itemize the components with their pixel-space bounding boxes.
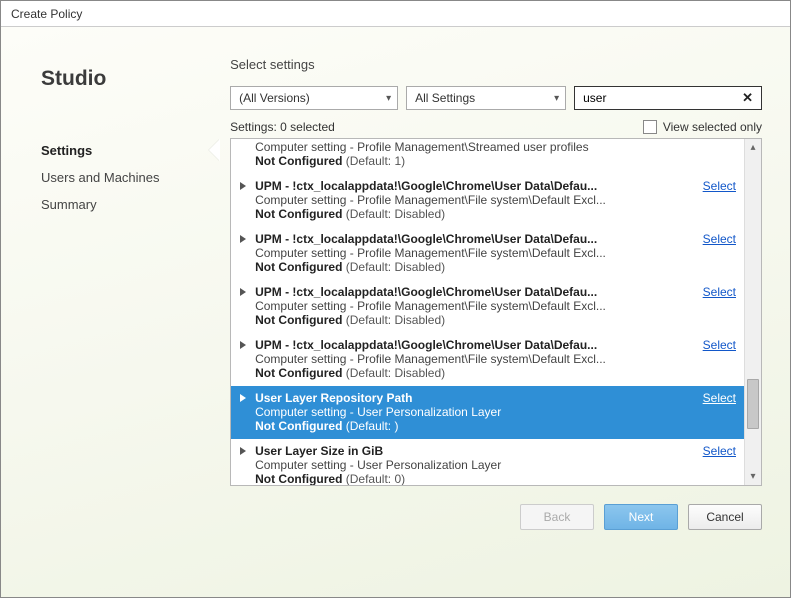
setting-row[interactable]: User Layer Size in GiB Computer setting …	[231, 439, 744, 485]
setting-status: Not Configured	[255, 260, 342, 274]
setting-title: UPM - !ctx_localappdata!\Google\Chrome\U…	[255, 285, 691, 299]
setting-row[interactable]: UPM - !ctx_localappdata!\Google\Chrome\U…	[231, 333, 744, 386]
scroll-thumb[interactable]	[747, 379, 759, 429]
setting-row[interactable]: User Layer Repository Path Computer sett…	[231, 386, 744, 439]
step-users-machines[interactable]: Users and Machines	[41, 164, 210, 191]
selection-count-label: Settings:	[230, 120, 277, 134]
setting-sub: Computer setting - Profile Management\Fi…	[255, 352, 691, 366]
expand-icon[interactable]	[240, 394, 246, 402]
select-link[interactable]: Select	[703, 232, 736, 246]
versions-dropdown-value: (All Versions)	[239, 91, 310, 105]
setting-default: (Default: Disabled)	[342, 260, 445, 274]
expand-icon[interactable]	[240, 235, 246, 243]
setting-title: UPM - !ctx_localappdata!\Google\Chrome\U…	[255, 179, 691, 193]
sidebar: Studio Settings Users and Machines Summa…	[1, 27, 210, 597]
scrollbar[interactable]: ▴ ▾	[744, 139, 761, 485]
create-policy-window: Create Policy Studio Settings Users and …	[0, 0, 791, 598]
setting-default: (Default: Disabled)	[342, 366, 445, 380]
setting-status: Not Configured	[255, 154, 342, 168]
selection-count: Settings: 0 selected	[230, 120, 335, 134]
setting-title: User Layer Repository Path	[255, 391, 691, 405]
select-link[interactable]: Select	[703, 179, 736, 193]
setting-default: (Default: Disabled)	[342, 313, 445, 327]
step-summary[interactable]: Summary	[41, 191, 210, 218]
view-selected-only-label: View selected only	[663, 120, 762, 134]
setting-default: (Default: Disabled)	[342, 207, 445, 221]
cancel-button[interactable]: Cancel	[688, 504, 762, 530]
titlebar: Create Policy	[1, 1, 790, 27]
expand-icon[interactable]	[240, 182, 246, 190]
select-link[interactable]: Select	[703, 391, 736, 405]
brand-label: Studio	[41, 67, 210, 91]
next-button[interactable]: Next	[604, 504, 678, 530]
chevron-down-icon: ▾	[386, 93, 391, 104]
window-title: Create Policy	[11, 7, 82, 21]
setting-sub: Computer setting - Profile Management\Fi…	[255, 299, 691, 313]
setting-status: Not Configured	[255, 419, 342, 433]
filter-row: (All Versions) ▾ All Settings ▾ ✕	[230, 86, 762, 110]
expand-icon[interactable]	[240, 341, 246, 349]
select-link[interactable]: Select	[703, 285, 736, 299]
wizard-steps: Settings Users and Machines Summary	[41, 137, 210, 218]
search-input[interactable]	[583, 91, 738, 105]
chevron-down-icon: ▾	[554, 93, 559, 104]
view-selected-only-checkbox[interactable]: View selected only	[643, 120, 762, 134]
expand-icon[interactable]	[240, 288, 246, 296]
setting-title: UPM - !ctx_localappdata!\Google\Chrome\U…	[255, 338, 691, 352]
scroll-down-icon[interactable]: ▾	[745, 468, 761, 485]
setting-status: Not Configured	[255, 313, 342, 327]
main-panel: Select settings (All Versions) ▾ All Set…	[210, 27, 790, 597]
scope-dropdown-value: All Settings	[415, 91, 475, 105]
window-body: Studio Settings Users and Machines Summa…	[1, 27, 790, 597]
setting-title: UPM - !ctx_localappdata!\Google\Chrome\U…	[255, 232, 691, 246]
step-settings[interactable]: Settings	[41, 137, 210, 164]
wizard-footer: Back Next Cancel	[230, 504, 762, 530]
page-title: Select settings	[230, 57, 762, 72]
setting-title: User Layer Size in GiB	[255, 444, 691, 458]
selection-count-value: 0 selected	[280, 120, 335, 134]
status-row: Settings: 0 selected View selected only	[230, 120, 762, 134]
setting-sub: Computer setting - Profile Management\Fi…	[255, 246, 691, 260]
expand-icon[interactable]	[240, 447, 246, 455]
setting-row[interactable]: UPM - !ctx_localappdata!\Google\Chrome\U…	[231, 227, 744, 280]
setting-sub: Computer setting - User Personalization …	[255, 405, 691, 419]
select-link[interactable]: Select	[703, 444, 736, 458]
clear-search-icon[interactable]: ✕	[738, 90, 757, 106]
setting-status: Not Configured	[255, 366, 342, 380]
setting-default: (Default: 1)	[342, 154, 405, 168]
settings-list-container: Computer setting - Profile Management\St…	[230, 138, 762, 486]
setting-default: (Default: 0)	[342, 472, 405, 485]
setting-row[interactable]: UPM - !ctx_localappdata!\Google\Chrome\U…	[231, 280, 744, 333]
checkbox-box	[643, 120, 657, 134]
setting-sub: Computer setting - Profile Management\St…	[255, 140, 736, 154]
setting-status: Not Configured	[255, 207, 342, 221]
setting-status: Not Configured	[255, 472, 342, 485]
settings-list[interactable]: Computer setting - Profile Management\St…	[231, 139, 744, 485]
select-link[interactable]: Select	[703, 338, 736, 352]
versions-dropdown[interactable]: (All Versions) ▾	[230, 86, 398, 110]
setting-sub: Computer setting - Profile Management\Fi…	[255, 193, 691, 207]
scope-dropdown[interactable]: All Settings ▾	[406, 86, 566, 110]
search-box[interactable]: ✕	[574, 86, 762, 110]
back-button: Back	[520, 504, 594, 530]
setting-row[interactable]: UPM - !ctx_localappdata!\Google\Chrome\U…	[231, 174, 744, 227]
setting-sub: Computer setting - User Personalization …	[255, 458, 691, 472]
setting-row[interactable]: Computer setting - Profile Management\St…	[231, 139, 744, 174]
scroll-up-icon[interactable]: ▴	[745, 139, 761, 156]
setting-default: (Default: )	[342, 419, 398, 433]
